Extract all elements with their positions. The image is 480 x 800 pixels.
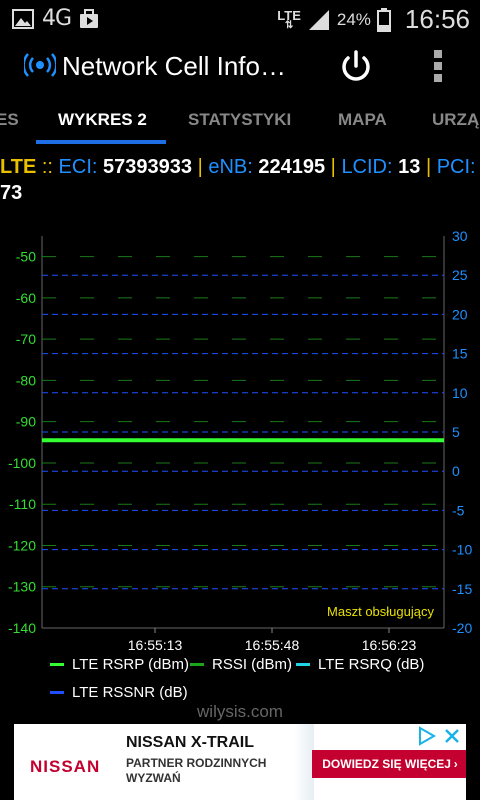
y-left-tick-label: -130 <box>8 579 36 595</box>
network-type: 4G <box>42 6 72 31</box>
power-button[interactable] <box>336 46 376 86</box>
briefcase-icon <box>80 8 99 28</box>
enb-value: 224195 <box>258 156 326 178</box>
enb-label: eNB: <box>208 156 253 178</box>
y-left-tick-label: -90 <box>16 414 36 430</box>
lcid-label: LCID: <box>341 156 393 178</box>
legend-swatch-rssnr <box>50 691 64 694</box>
ad-headline: NISSAN X-TRAIL <box>126 734 254 751</box>
y-left-tick-label: -60 <box>16 290 36 306</box>
y-right-tick-label: 30 <box>452 228 468 244</box>
tab-bar: ES WYKRES 2 STATYSTYKI MAPA URZĄ <box>0 96 480 146</box>
y-left-tick-label: -120 <box>8 537 36 553</box>
broadcast-icon <box>24 53 56 77</box>
y-left-tick-label: -80 <box>16 372 36 388</box>
legend-item-rsrq: LTE RSRQ (dB) <box>296 656 424 673</box>
x-tick-label: 16:56:23 <box>362 637 417 650</box>
chevron-right-icon: › <box>453 757 458 771</box>
battery-icon <box>376 7 391 32</box>
legend-item-rssi: RSSI (dBm) <box>190 656 292 673</box>
chart-annotation: Maszt obsługujący <box>327 604 434 619</box>
cell-sep: :: <box>41 156 53 178</box>
y-left-tick-label: -140 <box>8 620 36 636</box>
battery-percent: 24% <box>336 9 371 29</box>
y-right-tick-label: -5 <box>452 502 465 518</box>
app-bar: Network Cell Info… <box>0 38 480 94</box>
lte-badge: LTE ⇅ <box>277 7 301 31</box>
x-tick-label: 16:55:48 <box>245 637 300 650</box>
ad-banner[interactable]: NISSAN NISSAN X-TRAIL PARTNER RODZINNYCH… <box>14 724 466 800</box>
signal-icon <box>308 9 329 30</box>
y-left-tick-label: -110 <box>9 496 36 512</box>
y-right-tick-label: 20 <box>452 306 468 322</box>
ad-brand-logo: NISSAN <box>30 757 101 776</box>
status-right: LTE ⇅ 24% 16:56 <box>277 4 470 35</box>
app-title: Network Cell Info… <box>62 51 286 81</box>
legend-swatch-rsrp <box>50 663 64 666</box>
eci-label: ECI: <box>58 156 98 178</box>
y-right-tick-label: 25 <box>452 267 468 283</box>
ad-subtitle: PARTNER RODZINNYCH WYZWAŃ <box>126 756 267 785</box>
legend-swatch-rssi <box>190 663 204 666</box>
y-right-tick-label: -15 <box>452 581 472 597</box>
close-icon[interactable] <box>442 726 462 746</box>
y-right-tick-label: 15 <box>452 346 468 362</box>
y-right-tick-label: 0 <box>452 463 460 479</box>
active-tab-indicator <box>36 140 166 144</box>
tab-mapa[interactable]: MAPA <box>338 110 387 130</box>
tab-statystyki[interactable]: STATYSTYKI <box>188 110 291 130</box>
status-left: 4G <box>12 6 99 31</box>
y-left-tick-label: -70 <box>16 331 36 347</box>
cell-info-line: LTE :: ECI: 57393933 | eNB: 224195 | LCI… <box>0 154 480 206</box>
pci-value: 73 <box>0 182 23 204</box>
eci-value: 57393933 <box>103 156 192 178</box>
cell-tech: LTE <box>0 156 37 178</box>
y-left-tick-label: -50 <box>16 249 36 265</box>
x-tick-label: 16:55:13 <box>128 637 183 650</box>
legend-swatch-rsrq <box>296 663 310 666</box>
tab-urzadzenie[interactable]: URZĄ <box>432 110 479 130</box>
signal-chart: 30 25 20 15 10 5 0 -5 -10 -15 -20 -50 -60 -70 -80 -90 -1… <box>8 228 472 650</box>
tab-wykres-2[interactable]: WYKRES 2 <box>58 110 147 130</box>
lcid-value: 13 <box>398 156 421 178</box>
ad-cta-button[interactable]: DOWIEDZ SIĘ WIĘCEJ › <box>312 750 466 778</box>
status-bar: 4G LTE ⇅ 24% 16:56 <box>0 0 480 38</box>
overflow-menu-icon[interactable] <box>430 48 446 84</box>
tab-partial-left[interactable]: ES <box>0 110 19 130</box>
y-right-tick-label: -10 <box>452 542 472 558</box>
legend-item-rsrp: LTE RSRP (dBm) <box>50 656 189 673</box>
y-right-tick-label: 5 <box>452 424 460 440</box>
pci-label: PCI: <box>436 156 476 178</box>
watermark: wilysis.com <box>197 702 283 721</box>
y-left-tick-label: -100 <box>8 455 36 471</box>
ad-choices-icon[interactable] <box>416 726 438 746</box>
image-icon <box>12 8 34 29</box>
clock: 16:56 <box>404 4 470 34</box>
legend-item-rssnr: LTE RSSNR (dB) <box>50 684 188 701</box>
y-right-tick-label: -20 <box>452 620 472 636</box>
y-right-tick-label: 10 <box>452 385 468 401</box>
